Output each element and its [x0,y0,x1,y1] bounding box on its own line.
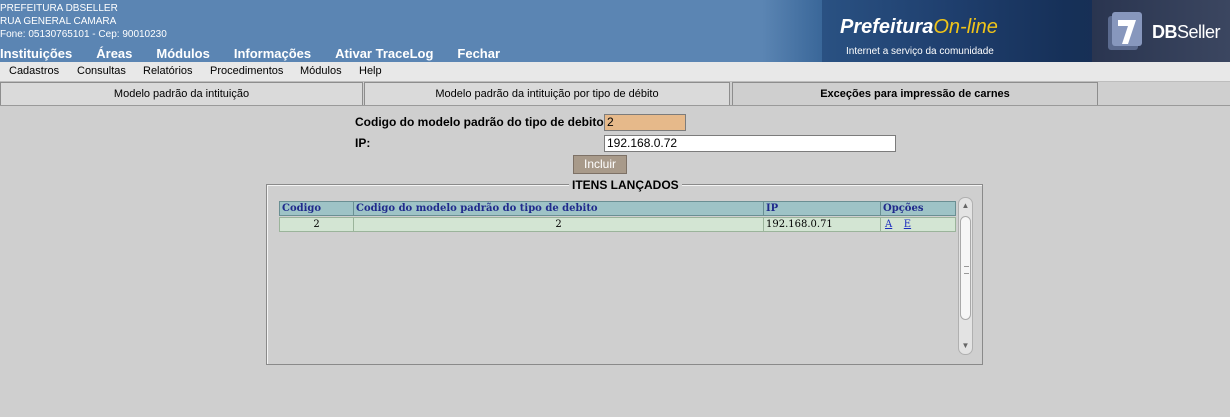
nav-areas[interactable]: Áreas [96,46,132,62]
scroll-up-arrow-icon[interactable]: ▲ [959,201,972,211]
menu-help[interactable]: Help [359,65,382,78]
vendor-logo: DBSeller [1092,0,1230,62]
scroll-down-arrow-icon[interactable]: ▼ [959,341,972,351]
brand-title: PrefeituraOn-line [840,16,998,38]
row-codigo-cell: 2 [279,217,354,232]
incluir-button[interactable]: Incluir [573,155,627,174]
nav-modulos[interactable]: Módulos [156,46,209,62]
row-opcoes-cell: A E [880,217,956,232]
alterar-link[interactable]: A [885,219,892,230]
col-header-opcoes: Opções [880,201,956,216]
row-ip-cell: 192.168.0.71 [763,217,881,232]
menu-procedimentos[interactable]: Procedimentos [210,65,283,78]
nav-fechar[interactable]: Fechar [457,46,500,62]
vendor-name: DBSeller [1152,22,1221,42]
tab-modelo-por-tipo-debito[interactable]: Modelo padrão da intituição por tipo de … [364,82,730,105]
brand-title-accent: On-line [933,16,998,38]
brand-banner: PrefeituraOn-line Internet a serviço da … [762,0,1230,62]
codigo-modelo-label: Codigo do modelo padrão do tipo de debit… [355,115,608,129]
brand-subtitle: Internet a serviço da comunidade [846,46,994,57]
nav-informacoes[interactable]: Informações [234,46,311,62]
org-contact: Fone: 05130765101 - Cep: 90010230 [0,29,167,40]
col-header-codigo: Codigo [279,201,354,216]
tab-divider [0,105,1230,106]
brand-stripe [762,0,822,62]
menu-relatorios[interactable]: Relatórios [143,65,193,78]
menu-modulos[interactable]: Módulos [300,65,342,78]
tab-modelo-padrao-instituicao[interactable]: Modelo padrão da intituição [0,82,363,105]
nav-instituicoes[interactable]: Instituições [0,46,72,62]
vendor-name-bold: DB [1152,22,1178,42]
org-address: RUA GENERAL CAMARA [0,16,117,27]
ip-input[interactable] [604,135,896,152]
brand-title-main: Prefeitura [840,16,934,38]
itens-lancados-legend: ITENS LANÇADOS [569,178,682,192]
vendor-logo-icon [1108,12,1142,50]
tab-excecoes-impressao-carnes[interactable]: Exceções para impressão de carnes [732,82,1098,106]
col-header-modelo: Codigo do modelo padrão do tipo de debit… [353,201,764,216]
excluir-link[interactable]: E [904,219,911,230]
org-info: PREFEITURA DBSELLER RUA GENERAL CAMARA F… [0,2,167,41]
scrollbar-thumb[interactable] [960,216,971,320]
menu-consultas[interactable]: Consultas [77,65,126,78]
grid-scrollbar[interactable]: ▲ ▼ [958,197,973,355]
nav-ativar-tracelog[interactable]: Ativar TraceLog [335,46,433,62]
app-header: PREFEITURA DBSELLER RUA GENERAL CAMARA F… [0,0,1230,62]
org-name: PREFEITURA DBSELLER [0,3,118,14]
vendor-name-light: Seller [1177,22,1221,42]
ip-label: IP: [355,136,371,150]
scrollbar-grip-icon [964,266,969,274]
menu-bar: Cadastros Consultas Relatórios Procedime… [0,62,1230,82]
menu-cadastros[interactable]: Cadastros [9,65,59,78]
top-nav: Instituições Áreas Módulos Informações A… [0,46,524,62]
row-modelo-cell: 2 [353,217,764,232]
codigo-modelo-input[interactable] [604,114,686,131]
col-header-ip: IP [763,201,881,216]
